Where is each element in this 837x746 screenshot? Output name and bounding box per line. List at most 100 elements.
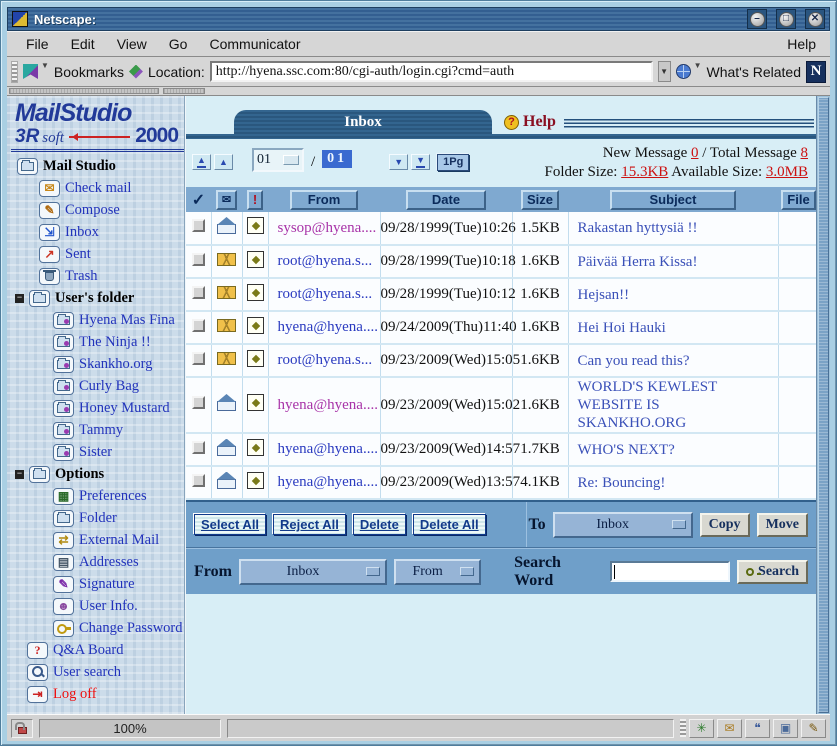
size-column-header[interactable]: Size <box>521 190 559 210</box>
from-column-header[interactable]: From <box>290 190 357 210</box>
subject-link[interactable]: Päivää Herra Kissa! <box>578 253 698 271</box>
page-select-thumb[interactable] <box>283 155 299 165</box>
menu-go[interactable]: Go <box>158 36 199 52</box>
sidebar-item-change-password[interactable]: − Change Password <box>11 617 184 639</box>
from-link[interactable]: root@hyena.s... <box>278 352 373 368</box>
delete-button[interactable]: Delete <box>353 514 406 535</box>
sidebar-item-tammy[interactable]: − Tammy <box>11 419 184 441</box>
priority-column-header[interactable]: ! <box>247 190 263 210</box>
sidebar-item-log-off[interactable]: − ⇥ Log off <box>11 683 184 705</box>
file-column-header[interactable]: File <box>781 190 815 210</box>
one-page-button[interactable]: 1Pg <box>437 154 469 171</box>
from-link[interactable]: hyena@hyena.... <box>278 319 378 335</box>
row-checkbox[interactable] <box>192 319 205 332</box>
subject-link[interactable]: Rakastan hyttysiä !! <box>578 219 698 237</box>
subject-link[interactable]: Can you read this? <box>578 352 690 370</box>
prev-page-button[interactable]: ▲ <box>214 154 233 170</box>
menu-view[interactable]: View <box>106 36 158 52</box>
sidebar-item-addresses[interactable]: − ▤ Addresses <box>11 551 184 573</box>
menu-file[interactable]: File <box>15 36 60 52</box>
navigator-icon[interactable]: ✳ <box>689 719 714 738</box>
sidebar-item-compose[interactable]: − ✎ Compose <box>11 199 184 221</box>
select-column-header[interactable]: ✓ <box>192 192 205 209</box>
move-button[interactable]: Move <box>757 513 808 537</box>
sidebar-item-user-search[interactable]: − User search <box>11 661 184 683</box>
discussions-icon[interactable]: ❝ <box>745 719 770 738</box>
help-link[interactable]: ? Help <box>504 113 556 131</box>
sidebar-item-preferences[interactable]: − ▦ Preferences <box>11 485 184 507</box>
row-checkbox[interactable] <box>192 396 205 409</box>
tree-expander-icon[interactable]: − <box>15 294 24 303</box>
from-link[interactable]: hyena@hyena.... <box>278 397 378 413</box>
sidebar-item-sister[interactable]: − Sister <box>11 441 184 463</box>
sidebar-item-folder[interactable]: − Folder <box>11 507 184 529</box>
from-link[interactable]: hyena@hyena.... <box>278 441 378 457</box>
sidebar-item-honey-mustard[interactable]: − Honey Mustard <box>11 397 184 419</box>
vertical-scrollbar[interactable] <box>816 96 830 714</box>
sidebar-item-external-mail[interactable]: − ⇄ External Mail <box>11 529 184 551</box>
maximize-button[interactable]: □ <box>776 9 796 29</box>
next-page-button[interactable]: ▼ <box>389 154 408 170</box>
select-all-button[interactable]: Select All <box>194 514 266 535</box>
title-bar[interactable]: Netscape: – □ ✕ <box>7 7 830 31</box>
url-input[interactable]: http://hyena.ssc.com:80/cgi-auth/login.c… <box>210 61 653 82</box>
url-history-dropdown-icon[interactable]: ▼ <box>658 61 671 82</box>
bookmarks-icon[interactable] <box>23 64 38 79</box>
sidebar-item-signature[interactable]: − ✎ Signature <box>11 573 184 595</box>
reject-all-button[interactable]: Reject All <box>273 514 346 535</box>
menu-communicator[interactable]: Communicator <box>198 36 311 52</box>
subject-link[interactable]: WHO'S NEXT? <box>578 441 675 459</box>
subject-link[interactable]: WORLD'S KEWLEST WEBSITE IS SKANKHO.ORG <box>578 378 754 432</box>
sidebar-item-curly-bag[interactable]: − Curly Bag <box>11 375 184 397</box>
toolbar-grippy[interactable] <box>11 61 18 83</box>
row-checkbox[interactable] <box>192 286 205 299</box>
subject-link[interactable]: Hei Hoi Hauki <box>578 319 666 337</box>
bookmarks-dropdown-icon[interactable]: ▼ <box>41 61 49 70</box>
sidebar-item-inbox[interactable]: − ⇲ Inbox <box>11 221 184 243</box>
delete-all-button[interactable]: Delete All <box>413 514 486 535</box>
sidebar-item-check-mail[interactable]: − ✉ Check mail <box>11 177 184 199</box>
close-button[interactable]: ✕ <box>805 9 825 29</box>
from-link[interactable]: root@hyena.s... <box>278 253 373 269</box>
row-checkbox[interactable] <box>192 441 205 454</box>
search-button[interactable]: Search <box>737 560 808 584</box>
subject-link[interactable]: Re: Bouncing! <box>578 474 666 492</box>
row-checkbox[interactable] <box>192 253 205 266</box>
minimize-button[interactable]: – <box>747 9 767 29</box>
address-book-icon[interactable]: ▣ <box>773 719 798 738</box>
sidebar-item-hyena-mas-fina[interactable]: − Hyena Mas Fina <box>11 309 184 331</box>
new-message-count[interactable]: 0 <box>691 145 699 161</box>
copy-button[interactable]: Copy <box>700 513 750 537</box>
from-link[interactable]: root@hyena.s... <box>278 286 373 302</box>
tab-inbox[interactable]: Inbox <box>234 110 492 134</box>
sidebar-item-trash[interactable]: − Trash <box>11 265 184 287</box>
scrollbar-thumb[interactable] <box>818 97 829 713</box>
mailbox-icon[interactable]: ✉ <box>717 719 742 738</box>
whats-related-dropdown-icon[interactable]: ▼ <box>694 61 702 70</box>
subject-link[interactable]: Hejsan!! <box>578 286 630 304</box>
netscape-logo[interactable]: N <box>806 61 826 83</box>
whats-related-globe-icon[interactable] <box>676 64 691 79</box>
tree-expander-icon[interactable]: − <box>15 470 24 479</box>
search-word-input[interactable] <box>610 561 730 582</box>
sidebar-item-user-info[interactable]: − ☻ User Info. <box>11 595 184 617</box>
from-link[interactable]: hyena@hyena.... <box>278 474 378 490</box>
row-checkbox[interactable] <box>192 474 205 487</box>
composer-icon[interactable]: ✎ <box>801 719 826 738</box>
row-checkbox[interactable] <box>192 219 205 232</box>
sidebar-item-q-a-board[interactable]: − ? Q&A Board <box>11 639 184 661</box>
search-folder-select[interactable]: Inbox <box>239 559 387 585</box>
page-select[interactable]: 01 <box>252 148 304 172</box>
folder-size-value[interactable]: 15.3KB <box>621 164 668 180</box>
to-folder-select[interactable]: Inbox <box>553 512 693 538</box>
bookmarks-label[interactable]: Bookmarks <box>54 64 124 80</box>
collapsed-navigation-toolbar-tab[interactable] <box>9 88 159 94</box>
subject-column-header[interactable]: Subject <box>610 190 736 210</box>
sidebar-item-skankho-org[interactable]: − Skankho.org <box>11 353 184 375</box>
status-column-header[interactable]: ✉ <box>216 190 237 210</box>
date-column-header[interactable]: Date <box>406 190 485 210</box>
from-link[interactable]: sysop@hyena.... <box>278 220 377 236</box>
total-message-count[interactable]: 8 <box>801 145 809 161</box>
security-lock-button[interactable] <box>11 719 33 738</box>
whats-related-label[interactable]: What's Related <box>707 64 802 80</box>
